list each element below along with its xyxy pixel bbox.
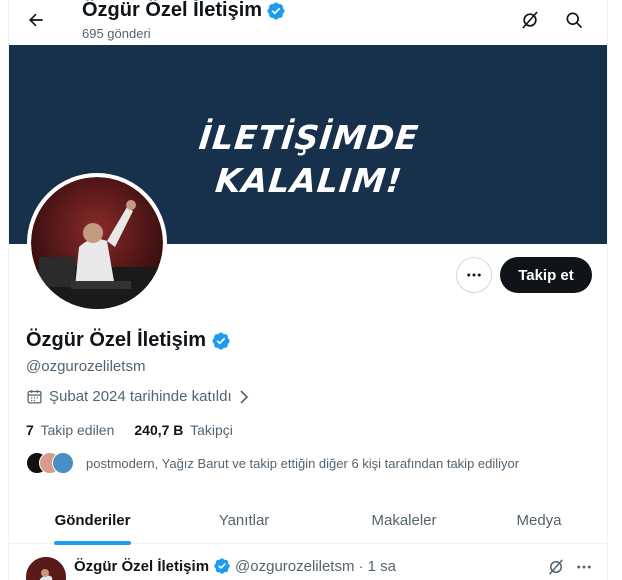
- profile-name: Özgür Özel İletişim: [26, 329, 231, 352]
- profile-handle: @ozgurozeliletsm: [26, 358, 146, 375]
- followers-link[interactable]: 240,7 B Takipçi: [134, 422, 232, 438]
- profile-name-text: Özgür Özel İletişim: [26, 329, 207, 351]
- joined-text: Şubat 2024 tarihinde katıldı: [49, 388, 232, 405]
- tab-posts[interactable]: Gönderiler: [39, 497, 146, 544]
- posts-count: 695 gönderi: [82, 26, 151, 41]
- calendar-icon: [27, 390, 42, 404]
- back-button[interactable]: [23, 7, 49, 33]
- followers-count: 240,7 B: [134, 422, 184, 438]
- active-tab-indicator: [54, 541, 131, 545]
- verified-badge-icon: [267, 1, 285, 20]
- avatar-photo: [31, 177, 163, 309]
- tweet-avatar-photo: [26, 557, 66, 580]
- follow-button[interactable]: Takip et: [500, 257, 592, 293]
- tab-articles[interactable]: Makaleler: [339, 497, 469, 544]
- tweet-more-button[interactable]: [573, 556, 595, 578]
- grok-button[interactable]: [517, 7, 543, 33]
- grok-icon: [549, 559, 563, 575]
- banner-line-1: İLETİŞİMDE: [197, 118, 421, 157]
- tweet-author-name[interactable]: Özgür Özel İletişim: [74, 558, 209, 575]
- grok-icon: [522, 11, 538, 29]
- tab-media[interactable]: Medya: [489, 497, 589, 544]
- verified-badge-icon[interactable]: [211, 331, 231, 351]
- tweet-author-handle[interactable]: @ozgurozeliletsm: [235, 558, 354, 575]
- followed-by-row[interactable]: postmodern, Yağız Barut ve takip ettiğin…: [26, 452, 519, 474]
- header-title: Özgür Özel İletişim: [82, 0, 286, 22]
- profile-page: Özgür Özel İletişim 695 gönderi İLETİŞİM…: [8, 0, 608, 580]
- more-options-button[interactable]: [456, 257, 492, 293]
- tab-replies[interactable]: Yanıtlar: [189, 497, 299, 544]
- following-link[interactable]: 7 Takip edilen: [26, 422, 114, 438]
- follower-avatars: [26, 452, 86, 474]
- tweet-header: Özgür Özel İletişim @ozgurozeliletsm · 1…: [74, 557, 396, 575]
- joined-date[interactable]: Şubat 2024 tarihinde katıldı: [26, 388, 250, 405]
- search-button[interactable]: [561, 7, 587, 33]
- profile-tabs: Gönderiler Yanıtlar Makaleler Medya: [9, 497, 607, 544]
- tweet-avatar[interactable]: [26, 557, 66, 580]
- header-name: Özgür Özel İletişim: [82, 0, 263, 21]
- back-arrow-icon: [28, 13, 43, 27]
- following-label: Takip edilen: [40, 422, 115, 438]
- follower-avatar: [52, 452, 74, 474]
- follow-stats: 7 Takip edilen 240,7 B Takipçi: [26, 422, 233, 438]
- following-count: 7: [26, 422, 34, 438]
- tweet-grok-button[interactable]: [545, 556, 567, 578]
- tweet-time[interactable]: · 1 sa: [358, 558, 396, 575]
- top-header: Özgür Özel İletişim 695 gönderi: [9, 0, 607, 45]
- followed-by-text: postmodern, Yağız Barut ve takip ettiğin…: [86, 455, 520, 471]
- followers-label: Takipçi: [190, 422, 233, 438]
- profile-avatar[interactable]: [27, 173, 167, 313]
- ellipsis-icon: [467, 273, 481, 277]
- search-icon: [566, 12, 582, 28]
- ellipsis-icon: [577, 565, 591, 569]
- verified-badge-icon: [214, 558, 230, 574]
- chevron-right-icon: [240, 389, 248, 404]
